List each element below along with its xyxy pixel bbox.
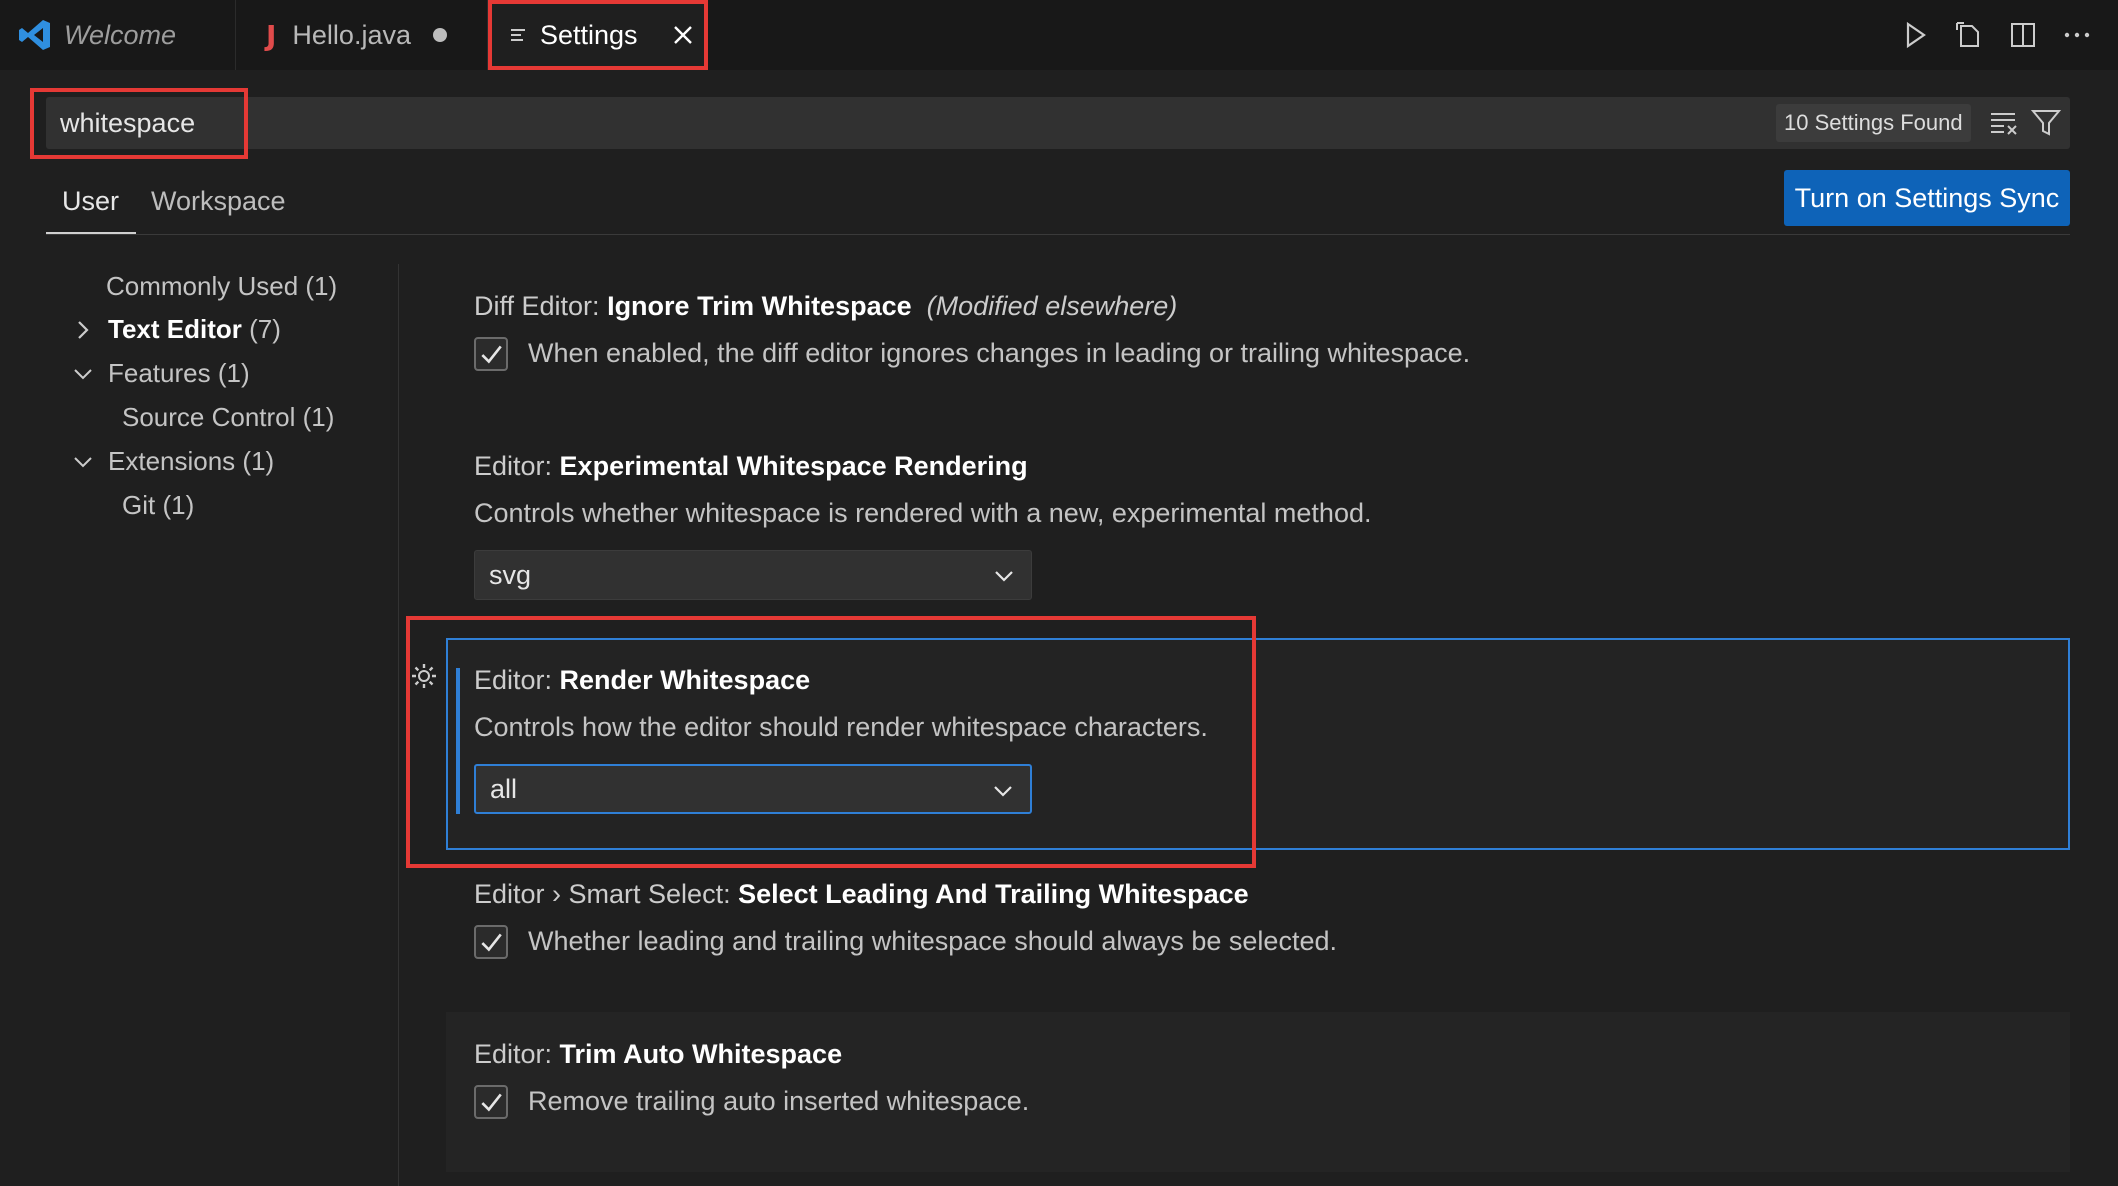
- setting-description: Whether leading and trailing whitespace …: [528, 926, 1337, 956]
- setting-category: Diff Editor:: [474, 291, 608, 321]
- toc-item-text-editor[interactable]: Text Editor (7): [72, 314, 281, 345]
- dirty-dot-icon[interactable]: [432, 28, 447, 42]
- chevron-right-icon: [78, 320, 89, 339]
- chevron-down-icon: [74, 368, 92, 379]
- gear-icon[interactable]: [410, 662, 438, 690]
- toc-item-label: Git (1): [122, 490, 195, 520]
- tab-hello-label: Hello.java: [292, 19, 411, 50]
- setting-name: Trim Auto Whitespace: [559, 1039, 843, 1069]
- tab-welcome[interactable]: Welcome: [0, 0, 236, 70]
- setting-title-diff-ignore-trim: Diff Editor: Ignore Trim Whitespace (Mod…: [474, 291, 1177, 322]
- setting-name: Select Leading And Trailing Whitespace: [738, 879, 1249, 909]
- split-editor-icon[interactable]: [2008, 20, 2038, 50]
- settings-file-icon: [511, 29, 525, 41]
- toc-item-commonly-used[interactable]: Commonly Used (1): [106, 271, 337, 302]
- more-actions-icon[interactable]: [2062, 20, 2092, 50]
- clear-filter-icon[interactable]: [1988, 106, 2020, 138]
- toc-item-label: Source Control (1): [122, 402, 335, 432]
- checkmark-icon: [481, 933, 502, 952]
- run-icon[interactable]: [1900, 20, 1930, 50]
- checkmark-icon: [481, 345, 502, 364]
- settings-search-input[interactable]: [60, 100, 660, 146]
- toc-divider: [398, 264, 399, 1186]
- select-value: svg: [489, 559, 532, 590]
- setting-description: Remove trailing auto inserted whitespace…: [528, 1086, 1030, 1116]
- scope-divider: [46, 234, 2070, 235]
- setting-checkbox-diff-ignore-trim[interactable]: [474, 337, 508, 371]
- toc-item-label: Commonly Used (1): [106, 271, 338, 301]
- toc-item-label: Features (1): [108, 358, 250, 388]
- tab-hello-java[interactable]: J Hello.java: [236, 0, 488, 70]
- toc-item-label: Text Editor: [108, 314, 242, 344]
- filter-icon[interactable]: [2030, 106, 2062, 138]
- toc-item-features[interactable]: Features (1): [72, 358, 250, 389]
- turn-on-settings-sync-button[interactable]: Turn on Settings Sync: [1784, 170, 2070, 226]
- vscode-logo-icon: [19, 20, 50, 50]
- setting-category: Editor:: [474, 451, 560, 481]
- toc-item-label: Extensions (1): [108, 446, 275, 476]
- select-value: all: [490, 773, 518, 804]
- editor-toolbar: [1900, 0, 2118, 70]
- setting-checkbox-trim-auto-whitespace[interactable]: [474, 1085, 508, 1119]
- tab-workspace-scope[interactable]: Workspace: [151, 186, 286, 217]
- tab-welcome-label: Welcome: [64, 19, 177, 50]
- setting-title-smart-select: Editor › Smart Select: Select Leading An…: [474, 879, 1249, 910]
- setting-name: Experimental Whitespace Rendering: [559, 451, 1028, 481]
- setting-category: Editor:: [474, 665, 560, 695]
- toc-item-extensions[interactable]: Extensions (1): [72, 446, 274, 477]
- setting-modified-note[interactable]: (Modified elsewhere): [927, 291, 1178, 321]
- tab-settings[interactable]: Settings: [488, 0, 708, 70]
- setting-name: Ignore Trim Whitespace: [607, 291, 912, 321]
- setting-checkbox-smart-select[interactable]: [474, 925, 508, 959]
- close-icon[interactable]: [672, 24, 694, 46]
- modified-indicator: [456, 668, 460, 814]
- tab-settings-label: Settings: [540, 19, 638, 50]
- checkmark-icon: [481, 1093, 502, 1112]
- setting-select-render-whitespace[interactable]: all: [474, 764, 1032, 814]
- chevron-down-icon: [994, 786, 1012, 797]
- toc-item-git[interactable]: Git (1): [122, 490, 194, 521]
- setting-title-trim-auto-whitespace: Editor: Trim Auto Whitespace: [474, 1039, 842, 1070]
- setting-name: Render Whitespace: [559, 665, 811, 695]
- setting-title-render-whitespace: Editor: Render Whitespace: [474, 665, 810, 696]
- open-changes-icon[interactable]: [1954, 20, 1984, 50]
- setting-category: Editor › Smart Select:: [474, 879, 739, 909]
- toc-item-count: (7): [249, 314, 281, 344]
- toc-item-source-control[interactable]: Source Control (1): [122, 402, 334, 433]
- setting-description: Controls how the editor should render wh…: [474, 712, 1208, 742]
- tab-user-scope[interactable]: User: [62, 186, 119, 217]
- setting-description: When enabled, the diff editor ignores ch…: [528, 338, 1471, 368]
- chevron-down-icon: [995, 571, 1013, 582]
- setting-category: Editor:: [474, 1039, 560, 1069]
- setting-description: Controls whether whitespace is rendered …: [474, 498, 1372, 528]
- settings-found-count: 10 Settings Found: [1776, 104, 1971, 142]
- setting-select-experimental-whitespace[interactable]: svg: [474, 550, 1032, 600]
- setting-title-experimental-whitespace: Editor: Experimental Whitespace Renderin…: [474, 451, 1028, 482]
- java-icon: J: [266, 18, 277, 52]
- chevron-down-icon: [74, 456, 92, 467]
